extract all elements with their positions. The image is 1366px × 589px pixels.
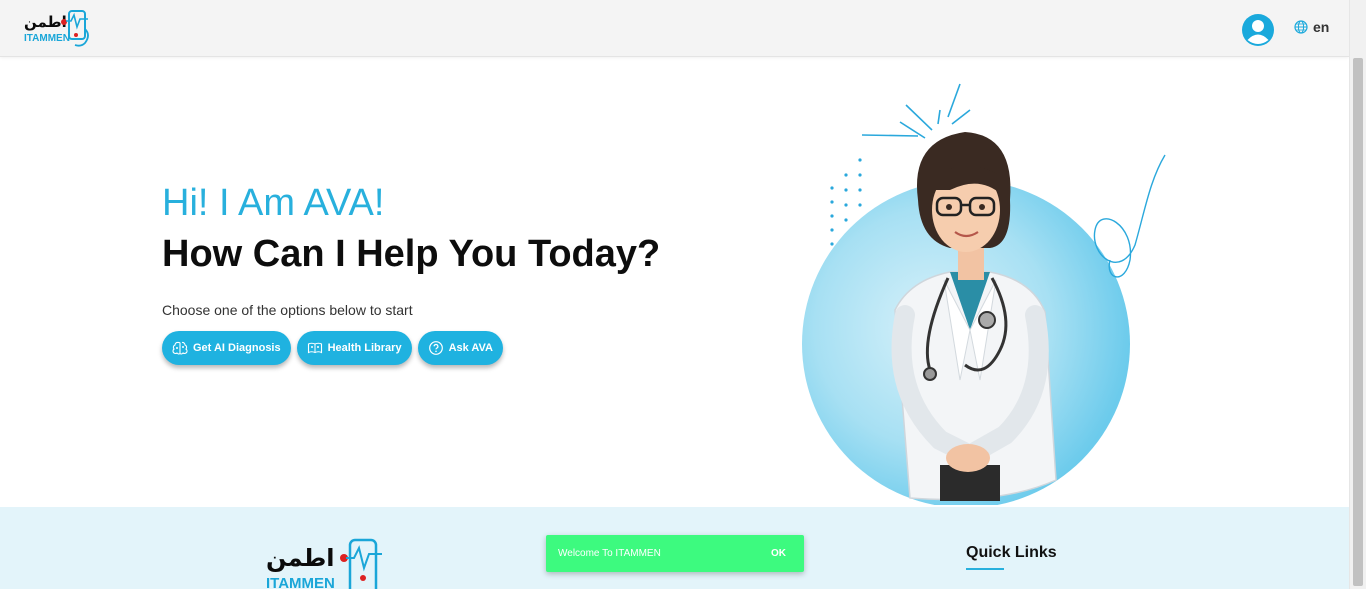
doctor-illustration	[802, 83, 1166, 505]
itammen-logo[interactable]: اطمن ITAMMEN	[22, 7, 94, 49]
footer-logo-arabic-text: اطمن	[266, 544, 335, 572]
page-scrollbar[interactable]	[1349, 0, 1366, 589]
health-library-label: Health Library	[327, 342, 402, 354]
get-ai-diagnosis-label: Get AI Diagnosis	[193, 342, 281, 354]
ai-brain-icon	[172, 341, 188, 355]
scrollbar-thumb[interactable]	[1353, 58, 1363, 586]
page: اطمن ITAMMEN en Hi! I Am AVA! How Can I …	[0, 0, 1366, 589]
language-switcher[interactable]: en	[1294, 19, 1329, 35]
hero-prompt: Choose one of the options below to start	[162, 302, 413, 318]
toast-ok-button[interactable]: OK	[771, 548, 786, 559]
welcome-toast: Welcome To ITAMMEN OK	[546, 535, 804, 572]
get-ai-diagnosis-button[interactable]: Get AI Diagnosis	[162, 331, 291, 365]
question-circle-icon	[428, 341, 443, 355]
health-book-icon	[307, 342, 322, 354]
top-navbar: اطمن ITAMMEN en	[0, 0, 1349, 57]
logo-english-text: ITAMMEN	[24, 33, 70, 44]
action-buttons: Get AI Diagnosis Health Library Ask AVA	[162, 331, 722, 365]
ask-ava-button[interactable]: Ask AVA	[417, 331, 503, 365]
toast-message: Welcome To ITAMMEN	[558, 548, 661, 559]
logo-arabic-text: اطمن	[24, 13, 67, 31]
footer-itammen-logo[interactable]: اطمن ITAMMEN	[264, 536, 392, 589]
swirl-line-icon	[1093, 154, 1166, 278]
hero-title: Hi! I Am AVA!	[162, 182, 385, 224]
health-library-button[interactable]: Health Library	[296, 331, 412, 365]
hero-subtitle: How Can I Help You Today?	[162, 233, 661, 275]
ask-ava-label: Ask AVA	[448, 342, 493, 354]
language-label: en	[1313, 19, 1330, 35]
burst-lines-icon	[861, 83, 971, 139]
footer-logo-english-text: ITAMMEN	[266, 575, 335, 589]
quick-links-title: Quick Links	[966, 544, 1057, 561]
globe-icon	[1294, 20, 1308, 34]
hero-section: Hi! I Am AVA! How Can I Help You Today? …	[162, 180, 722, 365]
quick-links-underline	[966, 568, 1004, 570]
user-avatar-icon[interactable]	[1242, 14, 1274, 46]
